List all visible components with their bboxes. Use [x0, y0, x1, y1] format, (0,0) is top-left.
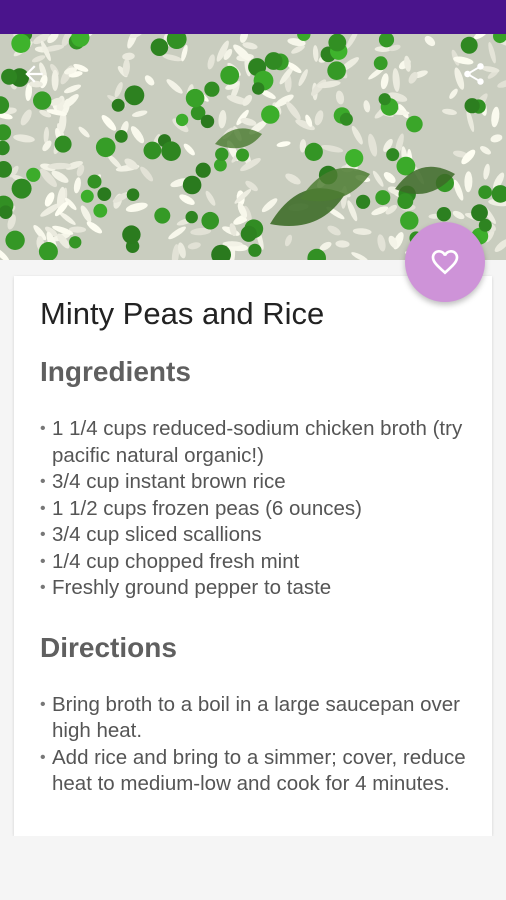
bottom-area	[0, 836, 506, 900]
favorite-button[interactable]	[405, 222, 485, 302]
ingredients-list: 1 1/4 cups reduced-sodium chicken broth …	[40, 416, 466, 602]
directions-heading: Directions	[40, 631, 177, 663]
ingredient-item: 3/4 cup sliced scallions	[40, 522, 466, 549]
ingredient-item: 1/4 cup chopped fresh mint	[40, 549, 466, 576]
heart-outline-icon	[431, 250, 459, 275]
back-button[interactable]	[14, 54, 54, 94]
ingredient-item: 1 1/2 cups frozen peas (6 ounces)	[40, 496, 466, 523]
arrow-back-icon	[25, 65, 43, 83]
recipe-title: Minty Peas and Rice	[40, 296, 325, 331]
ingredient-item: 3/4 cup instant brown rice	[40, 469, 466, 496]
ingredients-heading: Ingredients	[40, 356, 191, 387]
share-button[interactable]	[454, 54, 494, 94]
ingredient-item: 1 1/4 cups reduced-sodium chicken broth …	[40, 416, 466, 469]
share-icon	[464, 63, 484, 85]
direction-step: Add rice and bring to a simmer; cover, r…	[40, 745, 466, 798]
ingredient-item: Freshly ground pepper to taste	[40, 575, 466, 602]
status-bar	[0, 0, 506, 34]
directions-list: Bring broth to a boil in a large saucepa…	[40, 692, 466, 798]
recipe-card: Minty Peas and Rice Ingredients 1 1/4 cu…	[14, 276, 492, 836]
direction-step: Bring broth to a boil in a large saucepa…	[40, 692, 466, 745]
